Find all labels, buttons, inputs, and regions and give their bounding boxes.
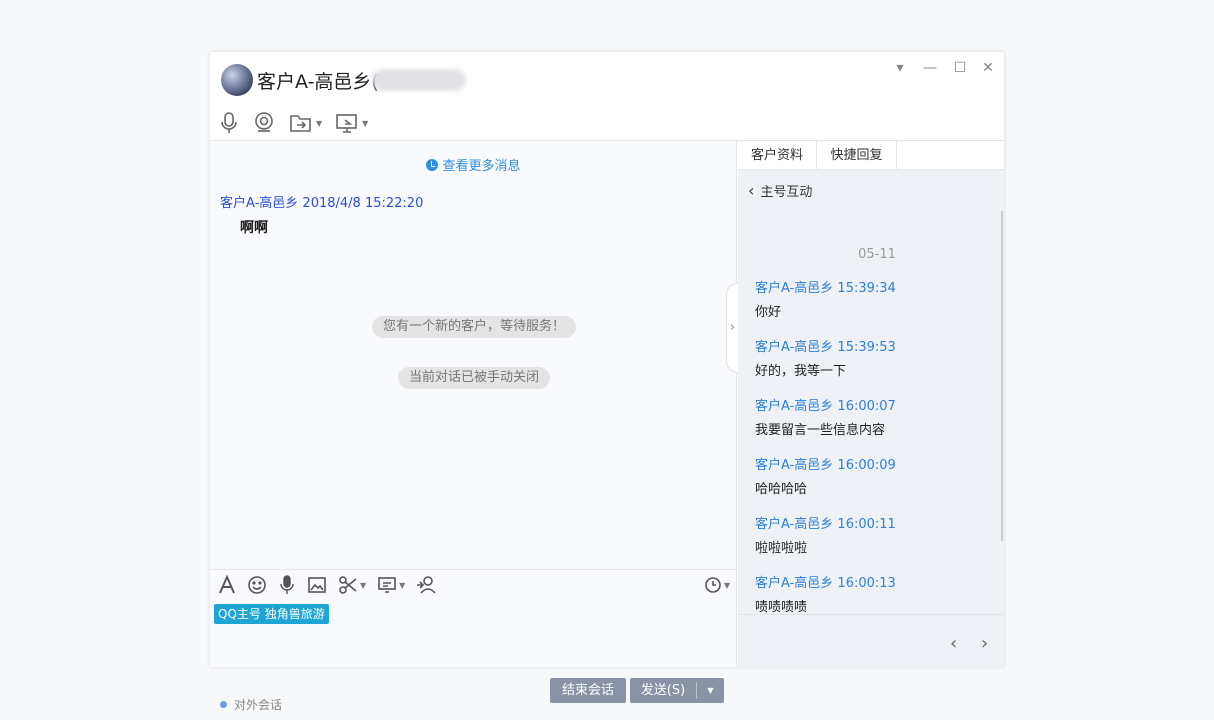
history-text: 我要留言一些信息内容 xyxy=(755,423,886,438)
view-more-messages-link[interactable]: 查看更多消息 xyxy=(210,155,737,174)
history-text: 啦啦啦啦 xyxy=(755,541,808,556)
mic-icon[interactable] xyxy=(218,111,240,135)
history-text: 好的，我等一下 xyxy=(755,364,847,379)
mic-icon[interactable] xyxy=(278,575,296,595)
send-button[interactable]: 发送(S) ▼ xyxy=(630,678,724,703)
camera-icon[interactable] xyxy=(252,111,276,135)
back-label[interactable]: 主号互动 xyxy=(760,185,812,200)
history-sender: 客户A-高邑乡 15:39:34 xyxy=(755,281,896,296)
chevron-down-icon[interactable]: ▼ xyxy=(362,119,368,128)
history-text: 你好 xyxy=(755,305,782,320)
chevron-down-icon[interactable]: ▼ xyxy=(316,119,322,128)
maximize-icon[interactable]: ☐ xyxy=(950,60,970,76)
collapse-panel-handle[interactable]: › xyxy=(726,283,738,373)
scissors-icon[interactable]: ▼ xyxy=(338,575,366,595)
screen-share-icon[interactable]: ▼ xyxy=(334,111,368,135)
history-sender: 客户A-高邑乡 16:00:07 xyxy=(755,399,896,414)
account-tag: QQ主号 独角兽旅游 xyxy=(214,604,329,624)
chevron-down-icon[interactable]: ▼ xyxy=(360,581,366,590)
history-text: 哈哈哈哈 xyxy=(755,482,808,497)
screen-icon[interactable]: ▼ xyxy=(377,575,405,595)
message-sender-time: 客户A-高邑乡 2018/4/8 15:22:20 xyxy=(220,196,424,211)
redacted-name xyxy=(372,69,466,91)
prev-page-icon[interactable]: ‹ xyxy=(950,633,957,654)
minimize-icon[interactable]: — xyxy=(920,60,940,76)
history-sender: 客户A-高邑乡 15:39:53 xyxy=(755,340,896,355)
divider xyxy=(738,614,1004,615)
page-title: 客户A-高邑乡( xyxy=(257,71,379,93)
divider xyxy=(210,569,737,570)
window-header: 客户A-高邑乡( ▾ — ☐ ✕ ▼ ▼ xyxy=(210,52,1004,141)
system-notice: 当前对话已被手动关闭 xyxy=(398,367,551,389)
chat-window: 客户A-高邑乡( ▾ — ☐ ✕ ▼ ▼ 查看更多消息 客户A-高邑乡 2018… xyxy=(210,52,1004,712)
next-page-icon[interactable]: › xyxy=(981,633,988,654)
chevron-left-icon[interactable]: ‹ xyxy=(748,181,754,200)
input-toolbar: ▼ ▼ xyxy=(218,574,438,596)
folder-transfer-icon[interactable]: ▼ xyxy=(288,111,322,135)
history-sender: 客户A-高邑乡 16:00:13 xyxy=(755,576,896,591)
chevron-down-icon[interactable]: ▼ xyxy=(724,581,730,590)
send-options-chevron-icon[interactable]: ▼ xyxy=(697,678,724,703)
view-more-messages-label[interactable]: 查看更多消息 xyxy=(442,159,520,174)
chat-panel: 查看更多消息 客户A-高邑乡 2018/4/8 15:22:20 啊啊 您有一个… xyxy=(210,141,738,712)
back-button[interactable]: ‹ 主号互动 xyxy=(748,181,812,200)
history-clock-icon[interactable]: ▼ xyxy=(704,576,730,594)
external-session-label: 对外会话 xyxy=(234,698,283,712)
date-separator: 05-11 xyxy=(858,247,896,262)
tab-customer-info[interactable]: 客户资料 xyxy=(738,141,817,170)
chevron-down-icon[interactable]: ▼ xyxy=(399,581,405,590)
send-button-label[interactable]: 发送(S) xyxy=(630,678,696,703)
history-sender: 客户A-高邑乡 16:00:11 xyxy=(755,517,896,532)
scrollbar[interactable] xyxy=(1001,211,1003,541)
call-toolbar: ▼ ▼ xyxy=(218,110,368,136)
emoji-icon[interactable] xyxy=(247,575,267,595)
avatar[interactable] xyxy=(221,64,253,96)
side-tabs: 客户资料 快捷回复 xyxy=(738,141,1004,170)
status-dot-icon xyxy=(220,701,227,708)
clock-icon xyxy=(426,159,439,171)
tab-quick-reply[interactable]: 快捷回复 xyxy=(817,141,897,170)
system-notice: 您有一个新的客户，等待服务！ xyxy=(372,316,577,338)
history-sender: 客户A-高邑乡 16:00:09 xyxy=(755,458,896,473)
image-icon[interactable] xyxy=(307,575,327,595)
history-text: 啧啧啧啧 xyxy=(755,600,808,615)
font-icon[interactable] xyxy=(218,575,236,595)
customer-side-panel: 客户资料 快捷回复 ‹ 主号互动 05-11 客户A-高邑乡 15:39:34 你… xyxy=(738,141,1004,667)
message-text: 啊啊 xyxy=(240,220,268,236)
transfer-user-icon[interactable] xyxy=(416,575,438,595)
end-session-button[interactable]: 结束会话 xyxy=(550,678,626,703)
dropdown-icon[interactable]: ▾ xyxy=(890,60,910,76)
close-icon[interactable]: ✕ xyxy=(978,60,998,76)
